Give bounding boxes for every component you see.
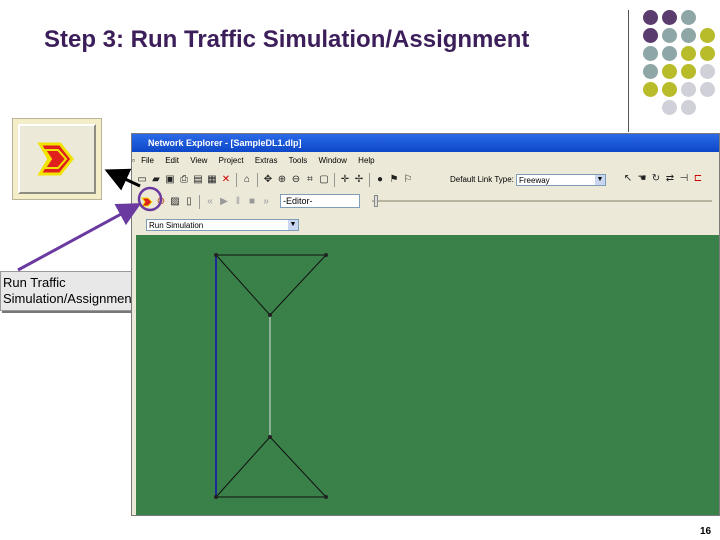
zoom-pointer-arrow	[104, 168, 141, 191]
annotation-overlay	[17, 168, 163, 272]
page-number: 16	[700, 526, 712, 537]
callout-pointer-arrow	[17, 203, 142, 272]
run-button-highlight-circle	[137, 186, 163, 212]
